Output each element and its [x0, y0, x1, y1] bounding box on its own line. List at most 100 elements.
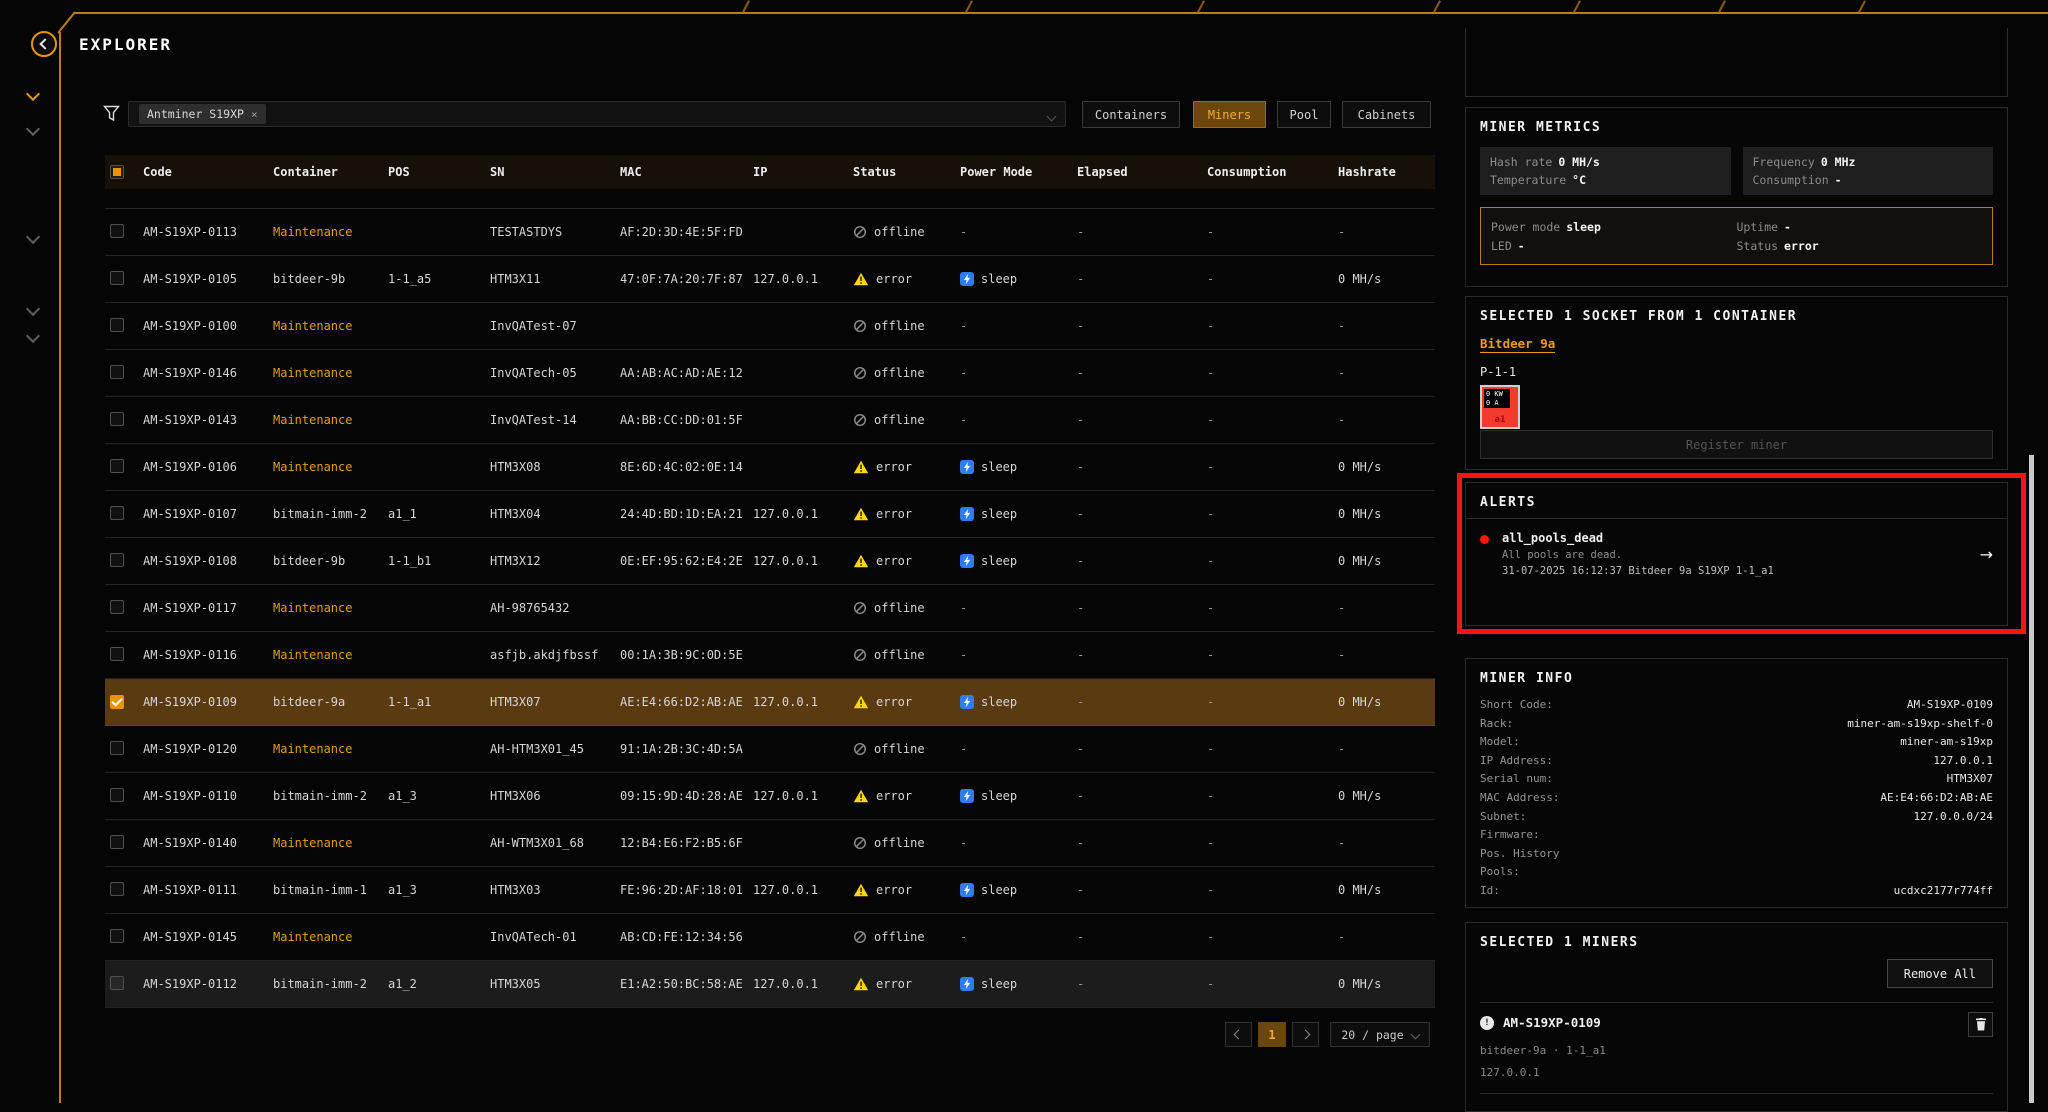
cell-consumption: -	[1207, 601, 1338, 615]
rail-chevron-down-icon[interactable]	[28, 227, 38, 246]
info-label: Short Code:	[1480, 696, 1553, 715]
filter-chevron-down-icon[interactable]	[1048, 105, 1055, 124]
row-checkbox[interactable]	[110, 788, 124, 802]
frame-left-line	[59, 32, 61, 1103]
cell-consumption: -	[1207, 225, 1338, 239]
table-row[interactable]: AM-S19XP-0111 bitmain-imm-1 a1_3 HTM3X03…	[105, 867, 1435, 914]
current-page[interactable]: 1	[1258, 1022, 1286, 1047]
next-page-button[interactable]	[1292, 1022, 1319, 1047]
cell-power-mode: -	[960, 742, 1077, 756]
row-checkbox[interactable]	[110, 695, 124, 709]
cell-consumption: -	[1207, 742, 1338, 756]
tab-containers[interactable]: Containers	[1082, 101, 1180, 128]
table-row[interactable]: AM-S19XP-0109 bitdeer-9a 1-1_a1 HTM3X07 …	[105, 679, 1435, 726]
row-checkbox[interactable]	[110, 412, 124, 426]
cell-code: AM-S19XP-0143	[143, 413, 273, 427]
error-icon	[853, 460, 869, 474]
select-all-checkbox[interactable]	[110, 165, 124, 179]
cell-consumption: -	[1207, 977, 1338, 991]
power-mode-text: sleep	[981, 460, 1017, 474]
tab-pool[interactable]: Pool	[1277, 101, 1331, 128]
table-row[interactable]: AM-S19XP-0108 bitdeer-9b 1-1_b1 HTM3X12 …	[105, 538, 1435, 585]
cell-container: Maintenance	[273, 648, 388, 662]
row-checkbox[interactable]	[110, 365, 124, 379]
trash-button[interactable]	[1968, 1012, 1993, 1037]
sleep-icon	[960, 695, 974, 709]
table-row[interactable]: AM-S19XP-0107 bitmain-imm-2 a1_1 HTM3X04…	[105, 491, 1435, 538]
cell-mac: 00:1A:3B:9C:0D:5E	[620, 648, 753, 662]
rail-chevron-down-icon[interactable]	[28, 119, 38, 138]
row-checkbox[interactable]	[110, 224, 124, 238]
table-row[interactable]: AM-S19XP-0116 Maintenance asfjb.akdjfbss…	[105, 632, 1435, 679]
info-icon: !	[1480, 1016, 1494, 1030]
cell-power-mode: sleep	[960, 554, 1077, 568]
table-row[interactable]: AM-S19XP-0112 bitmain-imm-2 a1_2 HTM3X05…	[105, 961, 1435, 1008]
table-row[interactable]: AM-S19XP-0143 Maintenance InvQATest-14 A…	[105, 397, 1435, 444]
row-checkbox[interactable]	[110, 600, 124, 614]
tab-cabinets[interactable]: Cabinets	[1342, 101, 1431, 128]
cell-elapsed: -	[1077, 695, 1207, 709]
info-value: 127.0.0.0/24	[1914, 808, 1993, 827]
table-row[interactable]: AM-S19XP-0105 bitdeer-9b 1-1_a5 HTM3X11 …	[105, 256, 1435, 303]
offline-icon	[853, 836, 867, 850]
socket-tile[interactable]: 0 KW 0 A a1	[1480, 385, 1520, 429]
selected-miner-location: bitdeer-9a · 1-1_a1	[1480, 1044, 1993, 1057]
cell-hashrate: -	[1338, 601, 1435, 615]
cell-power-mode: -	[960, 836, 1077, 850]
row-checkbox[interactable]	[110, 318, 124, 332]
row-checkbox[interactable]	[110, 553, 124, 567]
table-row[interactable]: AM-S19XP-0117 Maintenance AH-98765432 of…	[105, 585, 1435, 632]
info-value: AM-S19XP-0109	[1907, 696, 1993, 715]
rail-chevron-down-icon[interactable]	[28, 299, 38, 318]
table-row[interactable]: AM-S19XP-0110 bitmain-imm-2 a1_3 HTM3X06…	[105, 773, 1435, 820]
row-checkbox[interactable]	[110, 647, 124, 661]
info-label: Model:	[1480, 733, 1520, 752]
tag-remove-icon[interactable]: ×	[251, 108, 258, 121]
status-text: offline	[874, 601, 925, 615]
table-row[interactable]: AM-S19XP-0140 Maintenance AH-WTM3X01_68 …	[105, 820, 1435, 867]
row-checkbox[interactable]	[110, 976, 124, 990]
cell-mac: 47:0F:7A:20:7F:87	[620, 272, 753, 286]
alert-description: All pools are dead.	[1502, 549, 1980, 561]
alert-item[interactable]: all_pools_dead All pools are dead. 31-07…	[1466, 519, 2007, 589]
panel-scrollbar[interactable]	[2029, 455, 2034, 1103]
table-row[interactable]: AM-S19XP-0120 Maintenance AH-HTM3X01_45 …	[105, 726, 1435, 773]
row-checkbox[interactable]	[110, 741, 124, 755]
table-row[interactable]: AM-S19XP-0145 Maintenance InvQATech-01 A…	[105, 914, 1435, 961]
cell-code: AM-S19XP-0145	[143, 930, 273, 944]
cell-elapsed: -	[1077, 789, 1207, 803]
alert-arrow-icon[interactable]: →	[1980, 545, 1993, 564]
cell-code: AM-S19XP-0117	[143, 601, 273, 615]
row-checkbox[interactable]	[110, 271, 124, 285]
row-checkbox[interactable]	[110, 929, 124, 943]
error-icon	[853, 507, 869, 521]
cell-container: bitdeer-9b	[273, 272, 388, 286]
filter-input[interactable]: Antminer S19XP ×	[128, 101, 1066, 127]
selected-miner-code: AM-S19XP-0109	[1503, 1015, 1601, 1030]
selected-socket-title: SELECTED 1 SOCKET FROM 1 CONTAINER	[1480, 309, 1993, 324]
table-row[interactable]: AM-S19XP-0113 Maintenance TESTASTDYS AF:…	[105, 209, 1435, 256]
alert-name: all_pools_dead	[1502, 531, 1980, 545]
back-button[interactable]	[31, 31, 57, 57]
table-row[interactable]: AM-S19XP-0100 Maintenance InvQATest-07 o…	[105, 303, 1435, 350]
rail-chevron-down-icon[interactable]	[28, 84, 38, 103]
remove-all-button[interactable]: Remove All	[1887, 959, 1993, 988]
row-checkbox[interactable]	[110, 459, 124, 473]
row-checkbox[interactable]	[110, 882, 124, 896]
register-miner-button[interactable]: Register miner	[1480, 430, 1993, 459]
cell-status: error	[853, 695, 960, 709]
cell-sn: HTM3X03	[490, 883, 620, 897]
filter-tag[interactable]: Antminer S19XP ×	[139, 104, 266, 124]
table-row[interactable]: AM-S19XP-0146 Maintenance InvQATech-05 A…	[105, 350, 1435, 397]
selected-miner-item[interactable]: ! AM-S19XP-0109 bitdeer-9a · 1-1_a1 127.…	[1480, 1003, 1993, 1094]
cell-container: bitmain-imm-2	[273, 789, 388, 803]
container-link[interactable]: Bitdeer 9a	[1480, 336, 1555, 353]
tab-miners[interactable]: Miners	[1193, 101, 1266, 128]
table-row[interactable]: AM-S19XP-0106 Maintenance HTM3X08 8E:6D:…	[105, 444, 1435, 491]
page-size-select[interactable]: 20 / page	[1330, 1022, 1430, 1047]
prev-page-button[interactable]	[1225, 1022, 1252, 1047]
cell-status: offline	[853, 742, 960, 756]
rail-chevron-down-icon[interactable]	[28, 326, 38, 345]
row-checkbox[interactable]	[110, 506, 124, 520]
row-checkbox[interactable]	[110, 835, 124, 849]
